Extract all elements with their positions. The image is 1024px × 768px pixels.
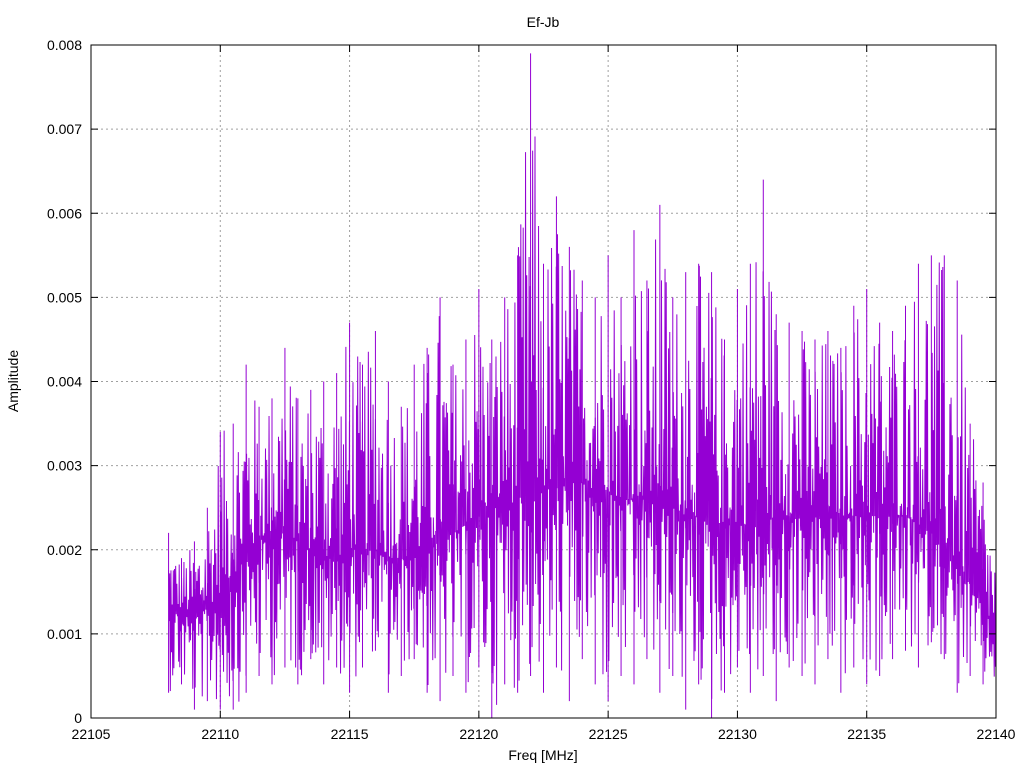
x-tick-label: 22120 [459, 726, 498, 742]
chart-title: Ef-Jb [527, 14, 560, 30]
x-tick-label: 22110 [201, 726, 239, 742]
x-tick-label: 22115 [331, 726, 369, 742]
y-tick-label: 0.005 [47, 289, 82, 305]
x-axis-label: Freq [MHz] [508, 747, 577, 763]
y-tick-label: 0.002 [47, 542, 82, 558]
x-tick-label: 22125 [589, 726, 628, 742]
x-tick-label: 22130 [718, 726, 757, 742]
spectrum-chart: 22105 22110 22115 22120 22125 22130 22135 22140… [0, 0, 1024, 768]
y-tick-label: 0.003 [47, 458, 82, 474]
y-tick-label: 0.006 [47, 205, 82, 221]
y-tick-label: 0 [74, 710, 82, 726]
y-axis-label: Amplitude [5, 350, 21, 412]
x-tick-label: 22135 [847, 726, 886, 742]
x-tick-label: 22140 [977, 726, 1016, 742]
y-tick-label: 0.007 [47, 121, 82, 137]
x-tick-label: 22105 [72, 726, 111, 742]
y-tick-label: 0.004 [47, 374, 82, 390]
y-tick-label: 0.001 [47, 626, 82, 642]
y-tick-label: 0.008 [47, 37, 82, 53]
